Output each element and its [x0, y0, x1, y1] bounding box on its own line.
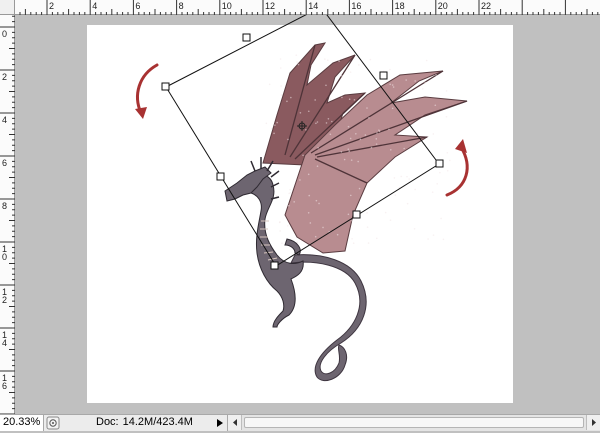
- horizontal-ruler-label: 8: [179, 1, 184, 11]
- vertical-ruler-ticks: 0 2 4 6 8 1 0 1 2 1 4 1 6: [0, 15, 15, 414]
- transform-handle-top-middle[interactable]: [242, 33, 251, 42]
- rotate-left-arrow-icon: [135, 63, 159, 119]
- horizontal-ruler-label: 16: [351, 1, 361, 11]
- canvas-workspace[interactable]: [15, 15, 600, 414]
- dragon-image-layer[interactable]: [224, 42, 468, 381]
- horizontal-ruler-label: 10: [222, 1, 232, 11]
- transform-handle-top-left[interactable]: [161, 82, 170, 91]
- transform-handle-right-lower[interactable]: [435, 159, 444, 168]
- vertical-ruler-label: 10: [2, 244, 7, 262]
- scroll-right-arrow-icon: [592, 419, 596, 426]
- horizontal-ruler-label: 6: [135, 1, 140, 11]
- horizontal-ruler-label: 20: [438, 1, 448, 11]
- status-bar: 20.33% Doc: 14.2M/423.4M: [0, 414, 600, 431]
- vertical-ruler-label: 8: [2, 201, 7, 211]
- triangle-right-icon[interactable]: [215, 416, 225, 430]
- doc-size-value: 14.2M/423.4M: [122, 416, 193, 428]
- vertical-ruler-label: 12: [2, 287, 7, 305]
- horizontal-ruler-label: 22: [481, 1, 491, 11]
- transform-handle-left-middle[interactable]: [216, 172, 225, 181]
- scroll-left-button[interactable]: [228, 415, 242, 430]
- scrollbar-thumb[interactable]: [244, 417, 584, 428]
- vertical-ruler-label: 4: [2, 115, 7, 125]
- ruler-origin-corner[interactable]: [0, 0, 15, 15]
- horizontal-scrollbar[interactable]: [227, 415, 600, 431]
- rotate-right-arrow-icon: [445, 139, 469, 197]
- transform-handle-bottom-left[interactable]: [270, 261, 279, 270]
- vertical-ruler-label: 14: [2, 330, 7, 348]
- vertical-ruler-label: 0: [2, 29, 7, 39]
- horizontal-ruler-label: 4: [92, 1, 97, 11]
- transform-handle-right-upper[interactable]: [379, 71, 388, 80]
- document-size-info: Doc: 14.2M/423.4M: [96, 415, 193, 430]
- transform-handle-bottom-middle[interactable]: [352, 210, 361, 219]
- zoom-level-field[interactable]: 20.33%: [0, 415, 44, 431]
- horizontal-ruler-label: 2: [49, 1, 54, 11]
- horizontal-ruler-ticks: 2 4 6 8 10 12 14 16 18 20 22: [19, 0, 599, 15]
- horizontal-ruler-label: 12: [265, 1, 275, 11]
- horizontal-ruler-label: 14: [308, 1, 318, 11]
- dragon-tail: [290, 254, 367, 381]
- vertical-ruler-label: 6: [2, 158, 7, 168]
- doc-size-label: Doc:: [96, 416, 119, 428]
- vertical-ruler-label: 16: [2, 373, 7, 391]
- horizontal-ruler-label: 18: [395, 1, 405, 11]
- scroll-left-arrow-icon: [233, 419, 237, 426]
- canvas-artwork: [135, 15, 469, 381]
- vertical-ruler-label: 2: [2, 72, 7, 82]
- horizontal-ruler[interactable]: 2 4 6 8 10 12 14 16 18 20 22: [15, 0, 600, 15]
- vertical-ruler[interactable]: 0 2 4 6 8 10 12 14 16: [0, 15, 15, 414]
- scroll-right-button[interactable]: [586, 415, 600, 430]
- page-preview-icon[interactable]: [46, 416, 60, 430]
